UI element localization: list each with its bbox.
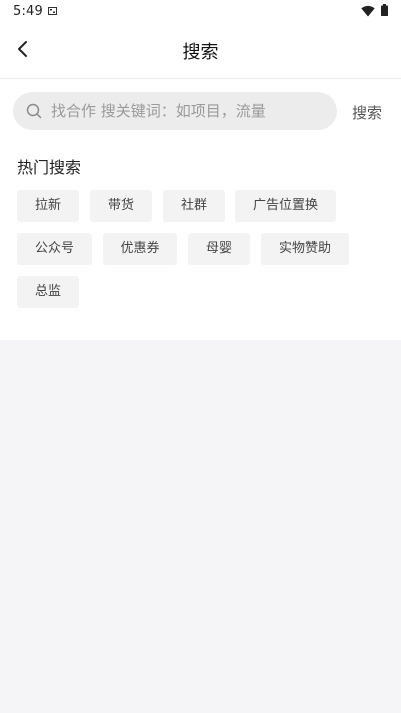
notification-icon	[48, 7, 57, 15]
hot-tag-daihuo[interactable]: 带货	[90, 190, 152, 222]
wifi-icon	[361, 5, 375, 17]
hot-tag-lanew[interactable]: 拉新	[17, 190, 79, 222]
status-bar: 5:49	[0, 0, 401, 24]
hot-tag-sponsorship[interactable]: 实物赞助	[261, 233, 349, 265]
hot-tag-director[interactable]: 总监	[17, 276, 79, 308]
hot-tag-maternal[interactable]: 母婴	[188, 233, 250, 265]
page-title: 搜索	[182, 42, 219, 63]
hot-search-title: 热门搜索	[17, 158, 82, 177]
search-icon	[26, 103, 42, 119]
battery-icon	[381, 4, 388, 16]
search-panel: 5:49 搜索 搜索 热门搜索 拉新 带货	[0, 0, 401, 340]
search-button[interactable]: 搜索	[352, 102, 382, 123]
empty-content-area	[0, 340, 401, 713]
search-input[interactable]	[51, 92, 331, 130]
header-divider	[0, 78, 401, 79]
header: 搜索	[0, 24, 401, 78]
hot-tag-ad-swap[interactable]: 广告位置换	[235, 190, 336, 222]
hot-tag-official-account[interactable]: 公众号	[17, 233, 92, 265]
status-time: 5:49	[13, 4, 43, 19]
hot-tag-shequn[interactable]: 社群	[163, 190, 225, 222]
search-box[interactable]	[13, 92, 337, 130]
hot-tag-coupon[interactable]: 优惠券	[103, 233, 177, 265]
